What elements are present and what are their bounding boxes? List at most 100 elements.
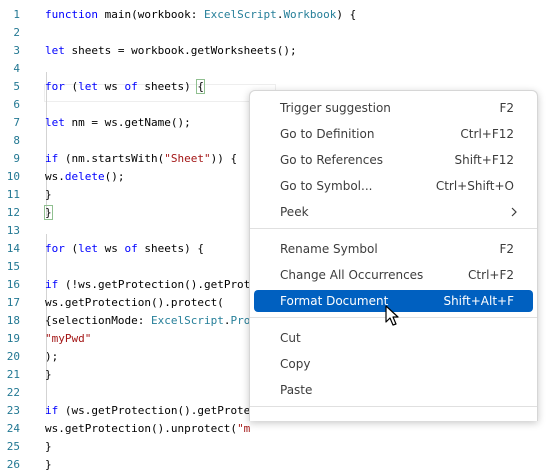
- code-text: let nm = ws.getName();: [45, 114, 191, 132]
- line-number: 19: [6, 332, 20, 345]
- menu-item-go-to-references[interactable]: Go to References Shift+F12: [254, 149, 533, 171]
- code-token: of: [124, 242, 145, 255]
- line-number: 4: [13, 62, 20, 75]
- code-token: for: [45, 80, 72, 93]
- menu-item-label: Format Document: [280, 294, 389, 308]
- code-token: sheets) {: [144, 242, 204, 255]
- code-token: ExcelScript: [150, 314, 224, 327]
- code-token: let: [45, 116, 72, 129]
- menu-item-copy[interactable]: Copy: [254, 353, 533, 375]
- code-token: if: [45, 278, 65, 291]
- code-token: }: [45, 188, 52, 201]
- menu-item-rename-symbol[interactable]: Rename Symbol F2: [254, 238, 533, 260]
- line-number: 8: [13, 134, 20, 147]
- line-number: 14: [6, 242, 20, 255]
- code-text: ws.getProtection().unprotect("m: [45, 420, 250, 438]
- menu-item-shortcut: Ctrl+Shift+O: [435, 179, 514, 193]
- menu-item-label: Paste: [280, 383, 313, 397]
- line-number: 6: [13, 98, 20, 111]
- menu-item-change-all-occurrences[interactable]: Change All Occurrences Ctrl+F2: [254, 264, 533, 286]
- code-token: }: [45, 368, 52, 381]
- menu-item-shortcut: F2: [499, 242, 514, 256]
- menu-separator: [250, 406, 537, 407]
- menu-item-label: Trigger suggestion: [280, 101, 391, 115]
- code-token: for: [45, 242, 72, 255]
- mouse-pointer-icon: [385, 305, 399, 326]
- code-text: function main(workbook: ExcelScript.Work…: [45, 6, 356, 24]
- code-token: (!ws.getProtection().getProt: [64, 278, 251, 291]
- code-token: (nm.startsWith(: [64, 152, 165, 165]
- code-token: }: [45, 440, 52, 453]
- code-token: {selectionMode:: [45, 314, 151, 327]
- code-token: "Sheet": [164, 152, 211, 165]
- code-text: }: [45, 186, 52, 204]
- line-number: 23: [6, 404, 20, 417]
- code-line[interactable]: 24 ws.getProtection().unprotect("m: [0, 420, 548, 438]
- menu-item-shortcut: Shift+Alt+F: [443, 294, 514, 308]
- code-token: if: [45, 152, 65, 165]
- code-line[interactable]: 1 function main(workbook: ExcelScript.Wor…: [0, 6, 548, 24]
- code-token: nm = ws.getName();: [71, 116, 191, 129]
- code-text: for (let ws of sheets) {: [45, 240, 204, 258]
- code-token: ) {: [336, 8, 357, 21]
- menu-item-label: Rename Symbol: [280, 242, 378, 256]
- line-number: 7: [13, 116, 20, 129]
- menu-item-label: Go to Definition: [280, 127, 375, 141]
- code-line[interactable]: 2: [0, 24, 548, 42]
- code-token: Pro: [230, 314, 251, 327]
- line-number: 1: [13, 8, 20, 21]
- code-token: ws: [104, 80, 125, 93]
- menu-item-go-to-symbol[interactable]: Go to Symbol... Ctrl+Shift+O: [254, 175, 533, 197]
- line-number: 26: [6, 458, 20, 471]
- line-number: 13: [6, 224, 20, 237]
- code-text: }: [44, 204, 53, 222]
- code-token: let: [78, 80, 105, 93]
- line-number: 9: [13, 152, 20, 165]
- context-menu: Trigger suggestion F2 Go to Definition Ctrl…: [249, 90, 538, 421]
- menu-item-label: Change All Occurrences: [280, 268, 424, 282]
- menu-item-label: Go to Symbol...: [280, 179, 373, 193]
- code-text: if (nm.startsWith("Sheet")) {: [45, 150, 237, 168]
- code-token: of: [124, 80, 145, 93]
- code-text: let sheets = workbook.getWorksheets();: [45, 42, 297, 60]
- menu-separator: [250, 228, 537, 229]
- code-token: let: [78, 242, 105, 255]
- code-token: "myPwd": [45, 332, 92, 345]
- code-token: main(workbook:: [104, 8, 204, 21]
- line-number: 2: [13, 26, 20, 39]
- code-token: }: [44, 205, 53, 220]
- menu-item-trigger-suggestion[interactable]: Trigger suggestion F2: [254, 97, 533, 119]
- line-number: 12: [6, 206, 20, 219]
- line-number: 18: [6, 314, 20, 327]
- menu-item-label: Peek: [280, 205, 309, 219]
- code-token: ws.: [45, 170, 65, 183]
- line-number: 17: [6, 296, 20, 309]
- menu-item-shortcut: F2: [499, 101, 514, 115]
- code-token: );: [45, 350, 59, 363]
- menu-item-label: Copy: [280, 357, 311, 371]
- code-line[interactable]: 3 let sheets = workbook.getWorksheets();: [0, 42, 548, 60]
- chevron-right-icon: [511, 207, 517, 217]
- code-line[interactable]: 4: [0, 60, 548, 78]
- code-token: Workbook: [283, 8, 337, 21]
- code-text: );: [45, 348, 58, 366]
- code-token: }: [45, 458, 52, 471]
- line-number: 20: [6, 350, 20, 363]
- code-token: sheets = workbook.getWorksheets();: [71, 44, 297, 57]
- menu-item-peek[interactable]: Peek: [254, 201, 533, 223]
- code-line[interactable]: 25}: [0, 438, 548, 456]
- code-token: )) {: [210, 152, 238, 165]
- menu-item-cut[interactable]: Cut: [254, 327, 533, 349]
- menu-item-shortcut: Ctrl+F2: [468, 268, 514, 282]
- code-text: if (ws.getProtection().getProte: [45, 402, 250, 420]
- code-text: }: [45, 456, 52, 474]
- menu-item-paste[interactable]: Paste: [254, 379, 533, 401]
- code-text: if (!ws.getProtection().getProt: [45, 276, 250, 294]
- menu-item-shortcut: Shift+F12: [454, 153, 514, 167]
- code-token: delete: [64, 170, 105, 183]
- menu-item-go-to-definition[interactable]: Go to Definition Ctrl+F12: [254, 123, 533, 145]
- line-number: 24: [6, 422, 20, 435]
- code-token: ws.getProtection().unprotect(: [45, 422, 238, 435]
- code-line[interactable]: 26}: [0, 456, 548, 474]
- code-token: ExcelScript: [203, 8, 277, 21]
